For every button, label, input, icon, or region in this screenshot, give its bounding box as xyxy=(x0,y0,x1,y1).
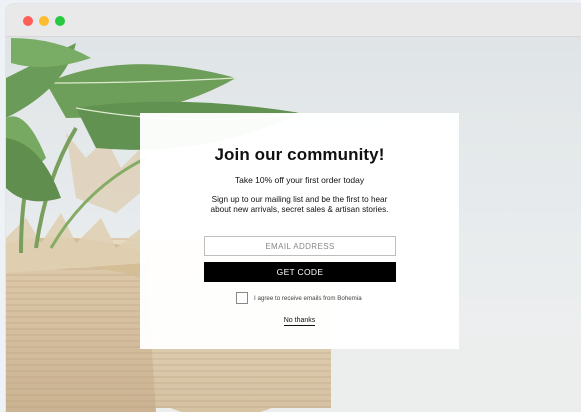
consent-label[interactable]: I agree to receive emails from Bohemia xyxy=(254,295,362,302)
get-code-button[interactable]: GET CODE xyxy=(204,262,396,282)
discount-offer-text: Take 10% off your first order today xyxy=(234,175,365,185)
title-bar xyxy=(6,4,581,37)
consent-checkbox[interactable] xyxy=(236,292,248,304)
minimize-window-icon[interactable] xyxy=(39,16,49,26)
email-input[interactable] xyxy=(204,236,396,256)
signup-description: Sign up to our mailing list and be the f… xyxy=(210,195,389,214)
maximize-window-icon[interactable] xyxy=(55,16,65,26)
no-thanks-row: No thanks xyxy=(140,317,459,326)
browser-window: Join our community! Take 10% off your fi… xyxy=(6,4,581,412)
newsletter-popup: Join our community! Take 10% off your fi… xyxy=(140,113,459,349)
background-photo: Join our community! Take 10% off your fi… xyxy=(6,38,581,412)
close-window-icon[interactable] xyxy=(23,16,33,26)
consent-row: I agree to receive emails from Bohemia xyxy=(236,291,416,305)
popup-title: Join our community! xyxy=(214,145,385,164)
no-thanks-link[interactable]: No thanks xyxy=(283,317,316,326)
